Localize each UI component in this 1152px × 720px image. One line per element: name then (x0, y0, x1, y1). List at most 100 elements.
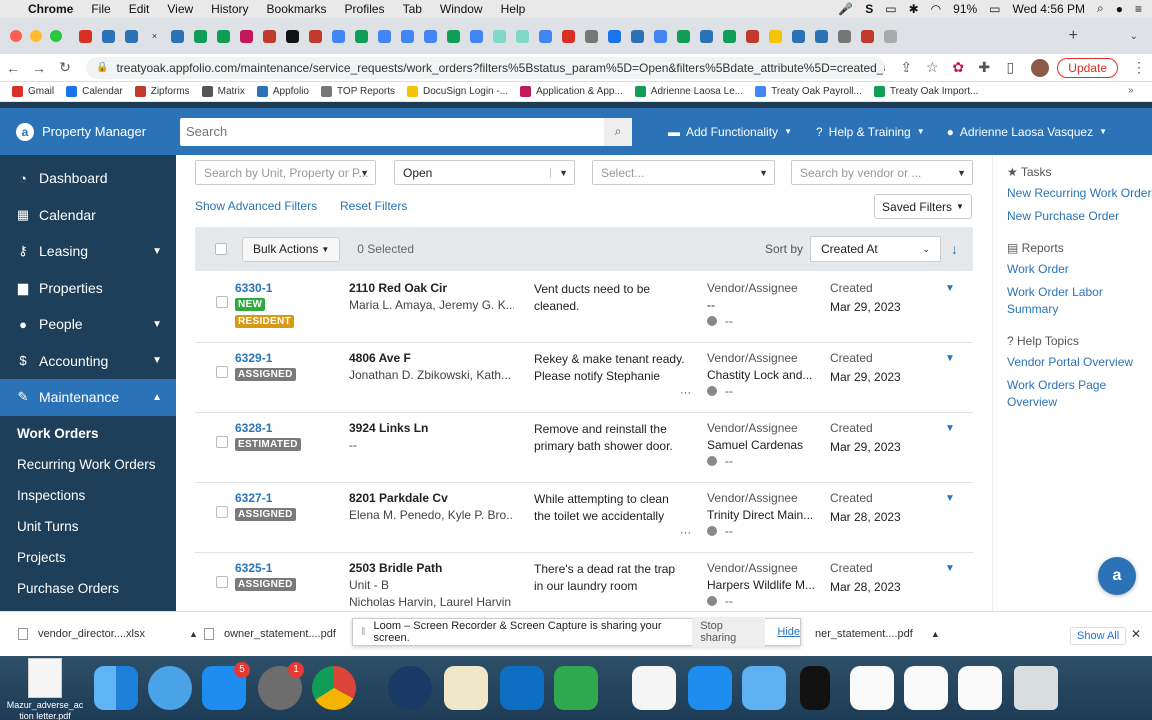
download-item[interactable]: ner_statement....pdf ▲ (815, 628, 940, 640)
unit-property-filter[interactable]: Search by Unit, Property or P... ▼ (195, 160, 376, 185)
tab-favicon-icon[interactable] (884, 29, 897, 43)
sidebar-subitem-recurring-work-orders[interactable]: Recurring Work Orders (0, 449, 176, 480)
recent-document-icon[interactable] (958, 666, 1002, 710)
help-link[interactable]: Vendor Portal Overview (993, 354, 1152, 371)
tab-favicon-icon[interactable] (171, 29, 184, 43)
messages-icon[interactable] (148, 666, 192, 710)
tab-favicon-icon[interactable] (723, 29, 736, 43)
row-checkbox[interactable] (216, 576, 228, 588)
tab-favicon-icon[interactable] (861, 29, 874, 43)
tab-favicon-icon[interactable] (125, 29, 138, 43)
skype-icon[interactable]: S (865, 2, 873, 16)
reports-link[interactable]: Work Order (993, 261, 1152, 278)
tab-favicon-icon[interactable] (654, 29, 667, 43)
table-row[interactable]: 6327-1 ASSIGNED 8201 Parkdale Cv Elena M. P… (195, 483, 973, 553)
sidebar-subitem-projects[interactable]: Projects (0, 542, 176, 573)
vendor-name[interactable]: Samuel Cardenas (707, 438, 819, 452)
work-order-number-link[interactable]: 6325-1 (235, 561, 272, 575)
sidebar-subitem-inspections[interactable]: Inspections (0, 480, 176, 511)
tab-list-chevron-icon[interactable]: ⌄ (1130, 31, 1138, 42)
menubar-item-help[interactable]: Help (501, 2, 526, 16)
row-checkbox[interactable] (216, 506, 228, 518)
menubar-item-bookmarks[interactable]: Bookmarks (267, 2, 327, 16)
bookmark-item[interactable]: Treaty Oak Import... (873, 86, 978, 97)
bookmark-item[interactable]: TOP Reports (321, 86, 395, 97)
more-text-icon[interactable]: ··· (680, 387, 691, 399)
close-downloads-icon[interactable]: ✕ (1131, 627, 1141, 641)
new-tab-icon[interactable]: + (1069, 27, 1078, 45)
help-link[interactable]: Work Orders Page Overview (993, 377, 1152, 411)
sidebar-item-calendar[interactable]: ▦ Calendar (0, 197, 176, 234)
expand-row-chevron-icon[interactable]: ▼ (945, 353, 955, 364)
menubar-item-chrome[interactable]: Chrome (28, 2, 73, 16)
bookmark-item[interactable]: Zipforms (134, 86, 190, 97)
show-advanced-filters-link[interactable]: Show Advanced Filters (195, 199, 317, 213)
tab-favicon-icon[interactable] (562, 29, 575, 43)
clock[interactable]: Wed 4:56 PM (1013, 2, 1085, 16)
forward-icon[interactable]: → (26, 60, 52, 76)
tasks-link[interactable]: New Recurring Work Order (993, 185, 1152, 202)
bulk-actions-button[interactable]: Bulk Actions ▼ (242, 236, 341, 262)
tab-favicon-icon[interactable] (815, 29, 828, 43)
row-checkbox[interactable] (216, 296, 228, 308)
recent-document-icon[interactable] (850, 666, 894, 710)
tab-favicon-icon[interactable] (631, 29, 644, 43)
tab-favicon-icon[interactable] (424, 29, 437, 43)
download-item[interactable]: owner_statement....pdf (204, 628, 336, 640)
expand-row-chevron-icon[interactable]: ▼ (945, 563, 955, 574)
reset-filters-link[interactable]: Reset Filters (340, 199, 407, 213)
work-order-number-link[interactable]: 6327-1 (235, 491, 272, 505)
tab-favicon-icon[interactable] (608, 29, 621, 43)
vendor-name[interactable]: Chastity Lock and... (707, 368, 819, 382)
property-address[interactable]: 8201 Parkdale Cv (349, 491, 448, 505)
tab-favicon-icon[interactable] (263, 29, 276, 43)
tab-favicon-icon[interactable] (79, 29, 92, 43)
sort-direction-icon[interactable]: ↓ (951, 241, 958, 257)
menubar-item-profiles[interactable]: Profiles (345, 2, 385, 16)
battery-icon[interactable]: ▭ (989, 2, 1000, 16)
tab-favicon-icon[interactable] (309, 29, 322, 43)
flag-icon[interactable]: ▭ (885, 2, 896, 16)
tab-favicon-icon[interactable] (677, 29, 690, 43)
sidebar-item-maintenance[interactable]: ✎ Maintenance ▲ (0, 379, 176, 416)
siri-icon[interactable]: ● (1116, 2, 1123, 16)
close-window-icon[interactable] (10, 30, 22, 42)
chrome-icon[interactable] (312, 666, 356, 710)
work-order-number-link[interactable]: 6329-1 (235, 351, 272, 365)
menubar-item-window[interactable]: Window (440, 2, 483, 16)
preview-icon[interactable] (444, 666, 488, 710)
quicktime-icon[interactable] (388, 666, 432, 710)
work-order-number-link[interactable]: 6330-1 (235, 281, 272, 295)
bookmark-item[interactable]: Treaty Oak Payroll... (755, 86, 862, 97)
chat-assistant-button[interactable]: a (1098, 557, 1136, 595)
vendor-filter[interactable]: Search by vendor or ... ▼ (791, 160, 973, 185)
sidebar-subitem-work-orders[interactable]: Work Orders (0, 418, 176, 449)
tab-favicon-icon[interactable] (378, 29, 391, 43)
update-button[interactable]: Update (1057, 57, 1118, 78)
drag-handle-icon[interactable]: ‖ (361, 626, 366, 638)
more-menu-icon[interactable]: ⋮ (1126, 59, 1152, 76)
chevron-up-icon[interactable]: ▲ (189, 629, 198, 639)
expand-row-chevron-icon[interactable]: ▼ (945, 283, 955, 294)
sidebar-item-leasing[interactable]: ⚷ Leasing ▼ (0, 233, 176, 270)
menubar-item-file[interactable]: File (91, 2, 110, 16)
tab-favicon-icon[interactable] (746, 29, 759, 43)
expand-row-chevron-icon[interactable]: ▼ (945, 423, 955, 434)
property-address[interactable]: 2503 Bridle Path (349, 561, 442, 575)
bookmark-item[interactable]: Application & App... (520, 86, 623, 97)
sidebar-item-people[interactable]: ● People ▼ (0, 306, 176, 343)
bookmark-item[interactable]: Appfolio (256, 86, 309, 97)
tab-favicon-icon[interactable] (102, 29, 115, 43)
chevron-up-icon[interactable]: ▲ (931, 629, 940, 639)
brand-logo[interactable]: a Property Manager (0, 122, 176, 141)
finder-icon[interactable] (94, 666, 138, 710)
extension-icon[interactable]: ✿ (945, 59, 971, 76)
bookmark-item[interactable]: Adrienne Laosa Le... (634, 86, 743, 97)
minimize-window-icon[interactable] (30, 30, 42, 42)
tab-favicon-icon[interactable] (516, 29, 529, 43)
tab-favicon-icon[interactable] (355, 29, 368, 43)
saved-filters-button[interactable]: Saved Filters ▼ (874, 194, 972, 219)
sidebar-item-properties[interactable]: ▆ Properties (0, 270, 176, 307)
sidebar-item-accounting[interactable]: $ Accounting ▼ (0, 343, 176, 380)
bluetooth-icon[interactable]: ✱ (909, 2, 919, 16)
